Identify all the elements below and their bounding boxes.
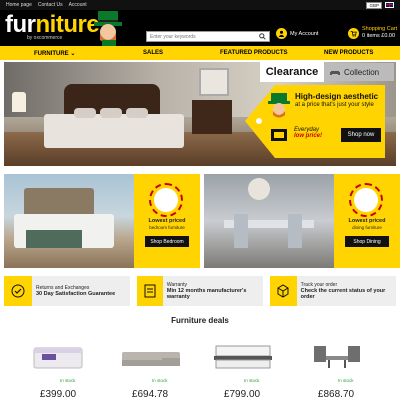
bedroom-subtitle: bedroom furniture [149,225,185,230]
contact-us-link[interactable]: Contact Us [38,2,63,8]
sofa-icon [330,70,340,75]
warranty-icon [137,276,163,306]
mattress-image [33,347,83,369]
dining-title: Lowest priced [348,218,386,224]
logo[interactable]: furniture by oxcommerce [5,11,100,42]
returns-line2: 30 Day Satisfaction Guarantee [36,291,116,297]
box-icon [270,276,297,306]
product-price: £694.78 [131,389,169,400]
product-card[interactable]: In stock £799.00 [202,334,282,400]
hero-price-tag: High-design aesthetic at a price that's … [245,85,385,158]
bedroom-promo: Lowest priced bedroom furniture Shop Bed… [134,174,200,268]
stock-status: In stock [244,378,260,383]
everyday-low-price: Everyday low price! [294,127,322,139]
search-button[interactable] [255,32,269,41]
stock-status: In stock [338,378,354,383]
hero-window [199,68,229,96]
dining-tile[interactable]: Lowest priced dining furniture Shop Dini… [204,174,400,268]
track-order-text: Track your order Check the current statu… [297,282,396,300]
shopping-cart-button[interactable]: Shopping Cart 0 items £0.00 [348,26,397,40]
uk-flag-icon[interactable] [385,1,394,8]
pillow-image [100,108,122,118]
low-price-text: low price! [294,133,323,139]
garden-set-image [314,346,360,368]
lamp-image [12,92,26,112]
my-account-button[interactable]: My Account [276,28,318,39]
search-icon [258,33,266,40]
furniture-love-badge-icon [349,183,383,217]
product-card[interactable]: In stock £694.78 [110,334,190,400]
warranty-info[interactable]: Warranty Min 12 months manufacturer's wa… [137,276,263,306]
product-price: £799.00 [223,389,261,400]
dining-subtitle: dining furniture [352,225,382,230]
my-account-label: My Account [290,30,319,37]
locale-selectors: GBP [366,1,394,9]
nav-featured-products[interactable]: FEATURED PRODUCTS [220,50,288,56]
stock-status: In stock [60,378,76,383]
bed-mattress-image [44,114,184,148]
cart-amount: 0 items £0.00 [362,33,396,39]
top-links: Home page Contact Us Account [6,2,87,8]
product-price: £399.00 [39,389,77,400]
bedroom-tile[interactable]: Lowest priced bedroom furniture Shop Bed… [4,174,200,268]
product-card[interactable]: In stock £868.70 [296,334,376,400]
pillow-image [74,108,96,118]
track-line2: Check the current status of your order [300,288,386,300]
tab-collection-label: Collection [344,67,380,77]
dining-promo: Lowest priced dining furniture Shop Dini… [334,174,400,268]
leprechaun-mascot-icon [94,11,122,46]
tab-collection[interactable]: Collection [324,63,394,81]
user-icon [276,28,287,39]
search-bar [146,31,270,42]
logo-text-1: fur [5,11,36,38]
bedroom-image [4,174,134,268]
cart-label: Shopping Cart [362,26,398,32]
pillow-image [126,108,148,118]
track-order-info[interactable]: Track your order Check the current statu… [270,276,396,306]
returns-info[interactable]: Returns and Exchanges 30 Day Satisfactio… [4,276,130,306]
shop-dining-button[interactable]: Shop Dining [345,236,389,247]
dining-image [204,174,334,268]
furniture-deals-title: Furniture deals [171,316,229,325]
tab-clearance[interactable]: Clearance [260,62,324,82]
hero-subline: at a price that's just your style [295,102,374,108]
account-link[interactable]: Account [69,2,87,8]
returns-text: Returns and Exchanges 30 Day Satisfactio… [32,285,115,297]
main-nav: FURNITURE ⌄ SALES FEATURED PRODUCTS NEW … [0,46,400,60]
warranty-line2: Min 12 months manufacturer's warranty [166,288,247,300]
shield-icon [4,276,32,306]
cart-icon [348,27,359,39]
product-card[interactable]: In stock £399.00 [18,334,98,400]
sofa-image [122,352,180,366]
trundle-bed-image [214,345,272,369]
nav-new-products[interactable]: NEW PRODUCTS [324,50,373,56]
bedroom-title: Lowest priced [148,218,186,224]
currency-select[interactable]: GBP [366,1,382,9]
shop-bedroom-button[interactable]: Shop Bedroom [145,236,189,247]
hero-headline: High-design aesthetic [295,92,379,101]
stock-status: In stock [152,378,168,383]
nav-furniture[interactable]: FURNITURE ⌄ [34,50,75,57]
nav-sales[interactable]: SALES [143,50,163,56]
home-page-link[interactable]: Home page [6,2,32,8]
search-input[interactable] [147,32,255,41]
product-price: £868.70 [317,389,355,400]
shop-now-button[interactable]: Shop now [341,128,381,142]
header: furniture by oxcommerce My Account Shopp… [0,10,400,46]
warranty-text: Warranty Min 12 months manufacturer's wa… [163,282,263,300]
dresser-image [192,100,232,134]
top-bar: Home page Contact Us Account GBP [0,0,400,10]
furniture-love-badge-icon [149,183,183,217]
